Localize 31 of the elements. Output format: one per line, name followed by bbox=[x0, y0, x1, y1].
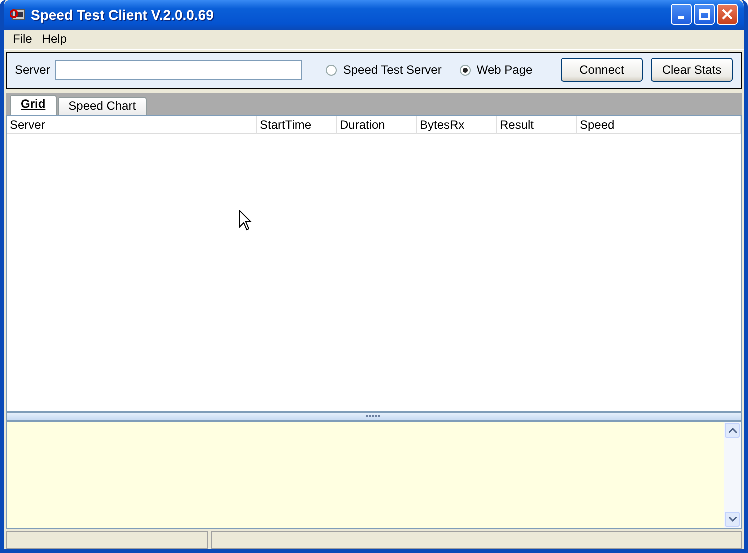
connect-button[interactable]: Connect bbox=[561, 58, 643, 82]
clear-button[interactable]: Clear Stats bbox=[651, 58, 733, 82]
column-header[interactable]: Speed bbox=[577, 116, 741, 134]
grip-icon[interactable] bbox=[366, 414, 382, 418]
radio-label[interactable]: Web Page bbox=[476, 63, 533, 78]
app-icon bbox=[10, 6, 26, 23]
maximize-button[interactable] bbox=[694, 4, 715, 26]
scroll-up-icon[interactable] bbox=[728, 428, 736, 433]
window-title: Speed Test Client V.2.0.0.69 bbox=[31, 6, 215, 23]
tab[interactable]: Grid bbox=[10, 94, 57, 115]
maximize-icon bbox=[699, 9, 710, 20]
scroll-down-icon[interactable] bbox=[728, 516, 736, 522]
pointer-icon bbox=[239, 210, 252, 231]
minimize-button[interactable] bbox=[671, 4, 692, 26]
column-header[interactable]: BytesRx bbox=[417, 116, 497, 134]
menu-item[interactable]: Help bbox=[37, 32, 72, 46]
menu-item[interactable]: File bbox=[8, 32, 38, 46]
column-header[interactable]: Result bbox=[497, 116, 577, 134]
close-icon bbox=[722, 9, 733, 20]
server-field[interactable] bbox=[55, 60, 302, 80]
close-button[interactable] bbox=[717, 4, 738, 26]
column-header[interactable]: Duration bbox=[337, 116, 417, 134]
radio-button[interactable] bbox=[460, 64, 471, 76]
radio-label[interactable]: Speed Test Server bbox=[343, 63, 442, 78]
scrollbar[interactable] bbox=[724, 422, 741, 528]
log-area[interactable] bbox=[6, 420, 742, 529]
tab[interactable]: Speed Chart bbox=[58, 96, 148, 115]
radio-button[interactable] bbox=[326, 64, 338, 76]
server-label: Server bbox=[15, 63, 50, 78]
column-header[interactable]: Server bbox=[7, 116, 257, 134]
column-header[interactable]: StartTime bbox=[257, 116, 337, 134]
